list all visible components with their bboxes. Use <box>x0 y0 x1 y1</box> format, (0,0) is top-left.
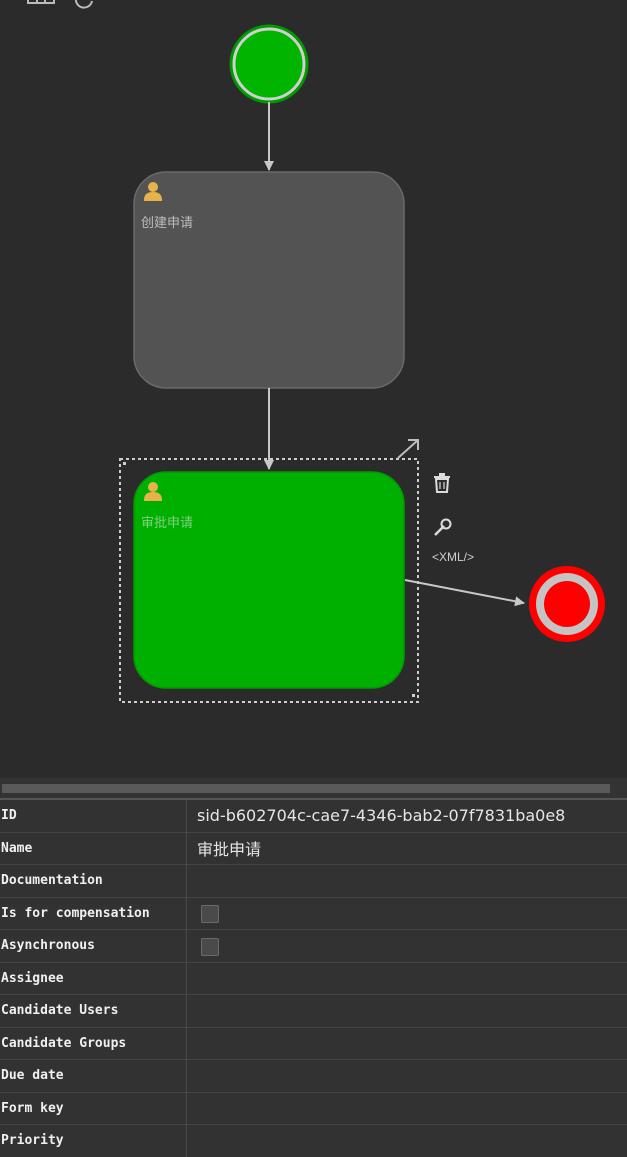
properties-table: IDsid-b602704c-cae7-4346-bab2-07f7831ba0… <box>0 798 627 1157</box>
property-row[interactable]: Due date <box>0 1060 627 1093</box>
user-task-approve[interactable] <box>134 472 404 688</box>
trash-icon[interactable] <box>434 473 450 492</box>
property-key: Name <box>0 832 187 865</box>
wrench-icon[interactable] <box>435 520 451 536</box>
property-checkbox[interactable] <box>201 905 219 923</box>
property-row[interactable]: IDsid-b602704c-cae7-4346-bab2-07f7831ba0… <box>0 799 627 832</box>
toolbar-refresh-icon[interactable] <box>76 0 92 8</box>
diagram-canvas[interactable]: 创建申请 审批申请 <XML/> <box>0 0 627 778</box>
property-key: Is for compensation <box>0 897 187 930</box>
user-task-create[interactable] <box>134 172 404 388</box>
property-value[interactable]: sid-b602704c-cae7-4346-bab2-07f7831ba0e8 <box>187 799 627 832</box>
property-value[interactable] <box>187 897 627 930</box>
end-event[interactable] <box>529 566 605 642</box>
resize-handle[interactable] <box>412 694 415 697</box>
sequence-flow-3[interactable] <box>405 580 524 603</box>
property-key: Candidate Users <box>0 995 187 1028</box>
property-row[interactable]: Documentation <box>0 865 627 898</box>
start-event[interactable] <box>231 26 307 102</box>
property-key: Asynchronous <box>0 930 187 963</box>
property-row[interactable]: Candidate Groups <box>0 1027 627 1060</box>
property-key: ID <box>0 799 187 832</box>
property-value[interactable] <box>187 995 627 1028</box>
task-label: 创建申请 <box>141 212 193 231</box>
property-row[interactable]: Form key <box>0 1092 627 1125</box>
property-value[interactable] <box>187 1092 627 1125</box>
property-key: Form key <box>0 1092 187 1125</box>
property-row[interactable]: Is for compensation <box>0 897 627 930</box>
property-key: Priority <box>0 1125 187 1157</box>
scrollbar-thumb[interactable] <box>2 784 610 793</box>
task-label: 审批申请 <box>141 512 193 531</box>
property-row[interactable]: Priority <box>0 1125 627 1157</box>
toolbar-grid-icon[interactable] <box>28 0 54 3</box>
property-value[interactable] <box>187 1125 627 1157</box>
xml-link[interactable]: <XML/> <box>432 550 474 564</box>
property-row[interactable]: Assignee <box>0 962 627 995</box>
connect-arrow-icon[interactable] <box>398 440 418 458</box>
property-key: Candidate Groups <box>0 1027 187 1060</box>
property-checkbox[interactable] <box>201 938 219 956</box>
property-value[interactable] <box>187 930 627 963</box>
property-row[interactable]: Candidate Users <box>0 995 627 1028</box>
property-value[interactable]: 审批申请 <box>187 832 627 865</box>
property-key: Due date <box>0 1060 187 1093</box>
horizontal-scrollbar[interactable] <box>0 778 627 798</box>
property-value[interactable] <box>187 1027 627 1060</box>
property-row[interactable]: Asynchronous <box>0 930 627 963</box>
property-value[interactable] <box>187 962 627 995</box>
resize-handle[interactable] <box>123 462 126 465</box>
property-key: Documentation <box>0 865 187 898</box>
property-value[interactable] <box>187 865 627 898</box>
property-row[interactable]: Name审批申请 <box>0 832 627 865</box>
property-value[interactable] <box>187 1060 627 1093</box>
diagram-svg <box>0 0 627 778</box>
property-key: Assignee <box>0 962 187 995</box>
